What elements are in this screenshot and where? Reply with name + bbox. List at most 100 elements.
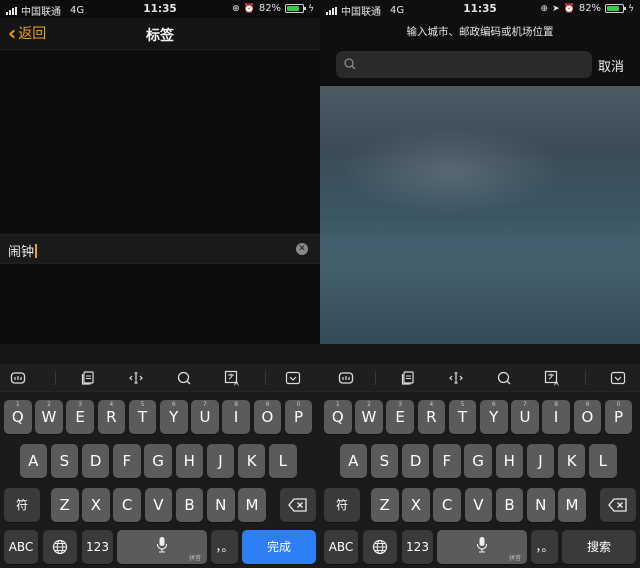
key-t[interactable]: T — [128, 400, 157, 434]
app-logo-icon[interactable] — [338, 370, 354, 386]
key-o[interactable]: O — [573, 400, 602, 434]
key-x[interactable]: X — [82, 488, 110, 522]
backspace-icon — [288, 498, 307, 512]
key-r[interactable]: R — [417, 400, 446, 434]
svg-text:A: A — [234, 380, 239, 387]
backspace-icon — [608, 498, 627, 512]
search-icon[interactable] — [176, 370, 192, 386]
key-y[interactable]: Y — [160, 400, 188, 434]
toolbar-separator — [55, 371, 56, 385]
label-field[interactable]: 闹钟 ✕ — [0, 234, 320, 264]
app-logo-icon[interactable] — [10, 370, 26, 386]
symbol-key[interactable]: 符 — [324, 488, 360, 522]
key-k[interactable]: K — [237, 444, 266, 478]
key-b[interactable]: B — [495, 488, 524, 522]
key-v[interactable]: V — [144, 488, 173, 522]
key-z[interactable]: Z — [371, 488, 399, 522]
charging-icon: ϟ — [628, 3, 634, 14]
key-o[interactable]: O — [253, 400, 282, 434]
key-l[interactable]: L — [589, 444, 617, 478]
charging-icon: ϟ — [308, 3, 314, 14]
cursor-move-icon[interactable] — [128, 370, 144, 386]
key-i[interactable]: I — [222, 400, 250, 434]
search-input[interactable] — [362, 55, 582, 74]
key-p[interactable]: P — [604, 400, 633, 434]
number-key[interactable]: 123 — [82, 530, 113, 564]
key-g[interactable]: G — [464, 444, 492, 478]
key-r[interactable]: R — [97, 400, 126, 434]
microphone-icon — [476, 537, 488, 553]
key-v[interactable]: V — [464, 488, 493, 522]
clipboard-icon[interactable] — [80, 370, 96, 386]
abc-key[interactable]: ABC — [4, 530, 38, 564]
keyboard-toolbar: A — [0, 364, 320, 392]
key-m[interactable]: M — [238, 488, 266, 522]
key-j[interactable]: J — [206, 444, 235, 478]
key-s[interactable]: S — [370, 444, 399, 478]
space-key[interactable]: 拼音 — [437, 530, 527, 564]
key-j[interactable]: J — [526, 444, 555, 478]
key-s[interactable]: S — [50, 444, 79, 478]
key-d[interactable]: D — [401, 444, 430, 478]
key-q[interactable]: Q — [4, 400, 32, 434]
space-key[interactable]: 拼音 — [117, 530, 207, 564]
key-u[interactable]: U — [191, 400, 219, 434]
key-d[interactable]: D — [81, 444, 110, 478]
key-l[interactable]: L — [269, 444, 297, 478]
key-w[interactable]: W — [355, 400, 383, 434]
clear-text-icon[interactable]: ✕ — [296, 243, 308, 255]
globe-icon — [372, 539, 388, 555]
punctuation-key[interactable]: ，。 — [531, 530, 558, 564]
key-b[interactable]: B — [175, 488, 204, 522]
key-q[interactable]: Q — [324, 400, 352, 434]
keyboard-hide-icon[interactable] — [285, 370, 301, 386]
globe-key[interactable] — [43, 530, 77, 564]
key-n[interactable]: N — [207, 488, 235, 522]
symbol-key[interactable]: 符 — [4, 488, 40, 522]
number-key[interactable]: 123 — [402, 530, 433, 564]
backspace-key[interactable] — [600, 488, 636, 522]
clipboard-icon[interactable] — [400, 370, 416, 386]
key-h[interactable]: H — [175, 444, 203, 478]
key-e[interactable]: E — [66, 400, 94, 434]
key-m[interactable]: M — [558, 488, 586, 522]
done-key[interactable]: 完成 — [242, 530, 316, 564]
key-a[interactable]: A — [339, 444, 367, 478]
label-input[interactable]: 闹钟 — [8, 241, 37, 260]
keyboard-hide-icon[interactable] — [610, 370, 626, 386]
cursor-move-icon[interactable] — [448, 370, 464, 386]
cancel-button[interactable]: 取消 — [598, 56, 624, 75]
search-icon[interactable] — [496, 370, 512, 386]
key-h[interactable]: H — [495, 444, 523, 478]
key-z[interactable]: Z — [51, 488, 79, 522]
key-u[interactable]: U — [511, 400, 539, 434]
key-p[interactable]: P — [284, 400, 313, 434]
svg-text:A: A — [554, 380, 559, 387]
key-c[interactable]: C — [113, 488, 141, 522]
key-x[interactable]: X — [402, 488, 430, 522]
key-g[interactable]: G — [144, 444, 172, 478]
pinyin-label: 拼音 — [188, 555, 201, 562]
search-bar[interactable] — [336, 51, 592, 78]
pinyin-label: 拼音 — [508, 555, 521, 562]
punctuation-key[interactable]: ，。 — [211, 530, 238, 564]
key-f[interactable]: F — [113, 444, 141, 478]
key-k[interactable]: K — [557, 444, 586, 478]
key-n[interactable]: N — [527, 488, 555, 522]
key-w[interactable]: W — [35, 400, 63, 434]
key-c[interactable]: C — [433, 488, 461, 522]
key-y[interactable]: Y — [480, 400, 508, 434]
key-t[interactable]: T — [448, 400, 477, 434]
globe-icon — [52, 539, 68, 555]
search-key[interactable]: 搜索 — [562, 530, 636, 564]
key-e[interactable]: E — [386, 400, 414, 434]
battery-icon — [605, 4, 627, 13]
key-a[interactable]: A — [19, 444, 47, 478]
translate-icon[interactable]: A — [544, 370, 560, 386]
globe-key[interactable] — [363, 530, 397, 564]
backspace-key[interactable] — [280, 488, 316, 522]
abc-key[interactable]: ABC — [324, 530, 358, 564]
translate-icon[interactable]: A — [224, 370, 240, 386]
key-i[interactable]: I — [542, 400, 570, 434]
key-f[interactable]: F — [433, 444, 461, 478]
